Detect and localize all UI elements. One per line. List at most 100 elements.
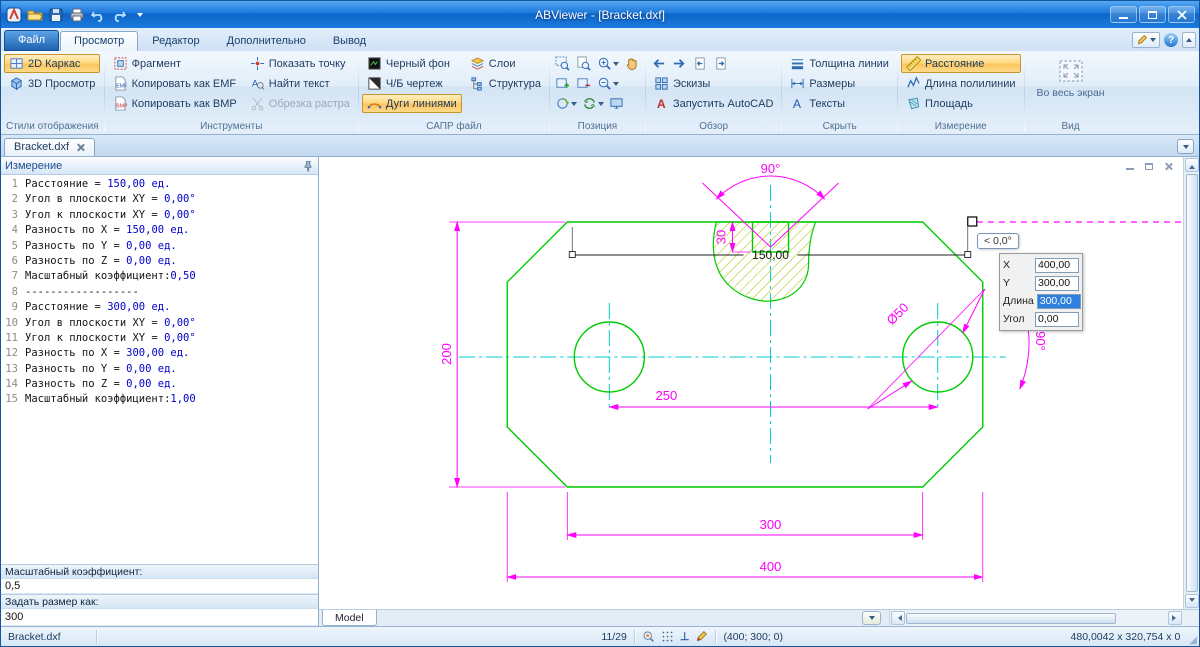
tab-output[interactable]: Вывод xyxy=(320,32,379,51)
group-label: Вид xyxy=(1028,119,1114,134)
scroll-down-icon[interactable] xyxy=(1185,594,1199,608)
tab-editor[interactable]: Редактор xyxy=(139,32,212,51)
maximize-button[interactable] xyxy=(1139,6,1166,23)
edit-pencil-icon[interactable] xyxy=(695,630,708,643)
coord-angle-input[interactable] xyxy=(1035,312,1079,327)
scroll-right-icon[interactable] xyxy=(1168,611,1182,625)
zoom-in-button[interactable] xyxy=(595,54,621,73)
fullscreen-button[interactable]: Во весь экран xyxy=(1028,54,1114,99)
last-sheet-button[interactable] xyxy=(712,54,732,73)
full-extents-button[interactable] xyxy=(607,94,627,113)
group-divider xyxy=(358,55,359,132)
tab-file[interactable]: Файл xyxy=(4,30,59,51)
arc-icon xyxy=(367,96,382,111)
horizontal-scroll-thumb[interactable] xyxy=(906,613,1116,624)
thumbnails-icon xyxy=(654,76,669,91)
cad-drawing[interactable]: 200 300 400 250 30 xyxy=(319,157,1183,609)
vertical-scrollbar[interactable] xyxy=(1183,157,1199,609)
canvas-column: 200 300 400 250 30 xyxy=(319,157,1199,626)
pin-icon[interactable] xyxy=(302,160,314,172)
deselect-frame-button[interactable] xyxy=(574,74,594,93)
measurement-log[interactable]: 1Расстояние = 150,00 ед. 2Угол в плоскос… xyxy=(1,175,318,564)
tab-advanced[interactable]: Дополнительно xyxy=(214,32,319,51)
find-text-button[interactable]: AНайти текст xyxy=(245,74,355,93)
button-label: Эскизы xyxy=(673,78,710,90)
arcs-as-lines-button[interactable]: Дуги линиями xyxy=(362,94,462,113)
bw-drawing-button[interactable]: Ч/Б чертеж xyxy=(362,74,462,93)
zoom-indicator-icon[interactable] xyxy=(642,630,655,643)
copy-as-bmp-button[interactable]: BMPКопировать как BMP xyxy=(108,94,242,113)
document-restore-button[interactable] xyxy=(1142,160,1156,172)
zoom-out-button[interactable] xyxy=(595,74,621,93)
set-size-input[interactable] xyxy=(1,609,318,626)
line-thickness-button[interactable]: Толщина линии xyxy=(785,54,894,73)
launch-autocad-button[interactable]: AЗапустить AutoCAD xyxy=(649,94,778,113)
area-button[interactable]: Площадь xyxy=(901,94,1021,113)
group-view: Во весь экран Вид xyxy=(1026,53,1116,134)
forward-button[interactable] xyxy=(670,54,690,73)
back-button[interactable] xyxy=(649,54,669,73)
black-background-button[interactable]: Черный фон xyxy=(362,54,462,73)
zoom-window-icon xyxy=(555,56,570,71)
print-icon[interactable] xyxy=(68,6,86,24)
ribbon-tab-row: Файл Просмотр Редактор Дополнительно Выв… xyxy=(1,28,1199,51)
ortho-mode-icon[interactable]: ⊥ xyxy=(680,630,690,643)
previous-view-button[interactable] xyxy=(553,94,579,113)
document-tab-bracket[interactable]: Bracket.dxf xyxy=(4,138,95,156)
drawing-canvas[interactable]: 200 300 400 250 30 xyxy=(319,157,1183,609)
document-close-button[interactable] xyxy=(1161,160,1175,172)
window-controls xyxy=(1110,6,1195,23)
open-file-icon[interactable] xyxy=(26,6,44,24)
vertical-scroll-thumb[interactable] xyxy=(1186,174,1198,592)
tab-view[interactable]: Просмотр xyxy=(60,31,138,51)
tab-model[interactable]: Model xyxy=(322,610,377,626)
show-point-button[interactable]: Показать точку xyxy=(245,54,355,73)
select-frame-button[interactable] xyxy=(553,74,573,93)
structure-button[interactable]: Структура xyxy=(465,74,546,93)
find-text-icon: A xyxy=(250,76,265,91)
refresh-view-button[interactable] xyxy=(580,94,606,113)
zoom-window-button[interactable] xyxy=(553,54,573,73)
zoom-object-button[interactable] xyxy=(574,54,594,73)
scroll-options-button[interactable] xyxy=(862,611,881,625)
fragment-button[interactable]: Фрагмент xyxy=(108,54,242,73)
first-sheet-button[interactable] xyxy=(691,54,711,73)
status-bar: Bracket.dxf 11/29 ⊥ (400; 300; 0) 480,00… xyxy=(1,626,1199,646)
coord-y-input[interactable] xyxy=(1035,276,1079,291)
button-label: Размеры xyxy=(809,78,855,90)
pan-button[interactable] xyxy=(622,54,642,73)
dimensions-button[interactable]: Размеры xyxy=(785,74,894,93)
help-button[interactable]: ? xyxy=(1164,33,1178,47)
save-icon[interactable] xyxy=(47,6,65,24)
minimize-button[interactable] xyxy=(1110,6,1137,23)
document-minimize-button[interactable] xyxy=(1123,160,1137,172)
coord-x-input[interactable] xyxy=(1035,258,1079,273)
scroll-left-icon[interactable] xyxy=(891,611,905,625)
polyline-length-button[interactable]: Длина полилинии xyxy=(901,74,1021,93)
close-button[interactable] xyxy=(1168,6,1195,23)
ribbon: 2D Каркас 3D Просмотр Стили отображения … xyxy=(1,51,1199,135)
copy-as-emf-button[interactable]: EMFКопировать как EMF xyxy=(108,74,242,93)
scroll-up-icon[interactable] xyxy=(1185,158,1199,172)
3d-view-button[interactable]: 3D Просмотр xyxy=(4,74,100,93)
grid-snap-icon[interactable] xyxy=(661,630,674,643)
close-tab-icon[interactable] xyxy=(76,143,85,152)
measurement-panel-header: Измерение xyxy=(1,157,318,175)
undo-icon[interactable] xyxy=(89,6,107,24)
2d-wireframe-button[interactable]: 2D Каркас xyxy=(4,54,100,73)
panel-collapse-button[interactable] xyxy=(1177,139,1194,154)
style-pencil-button[interactable] xyxy=(1132,32,1160,48)
texts-button[interactable]: AТексты xyxy=(785,94,894,113)
sketches-button[interactable]: Эскизы xyxy=(649,74,778,93)
coord-length-input[interactable] xyxy=(1037,294,1081,309)
dropdown-caret-icon xyxy=(598,102,604,109)
scale-factor-input[interactable] xyxy=(1,579,318,594)
window-title: ABViewer - [Bracket.dxf] xyxy=(1,8,1199,22)
quick-access-caret-icon[interactable] xyxy=(131,6,149,24)
distance-button[interactable]: Расстояние xyxy=(901,54,1021,73)
resize-grip-icon[interactable]: ◢ xyxy=(1189,635,1197,646)
collapse-ribbon-button[interactable] xyxy=(1182,32,1196,48)
layers-button[interactable]: Слои xyxy=(465,54,546,73)
horizontal-scrollbar[interactable] xyxy=(889,610,1183,626)
redo-icon[interactable] xyxy=(110,6,128,24)
